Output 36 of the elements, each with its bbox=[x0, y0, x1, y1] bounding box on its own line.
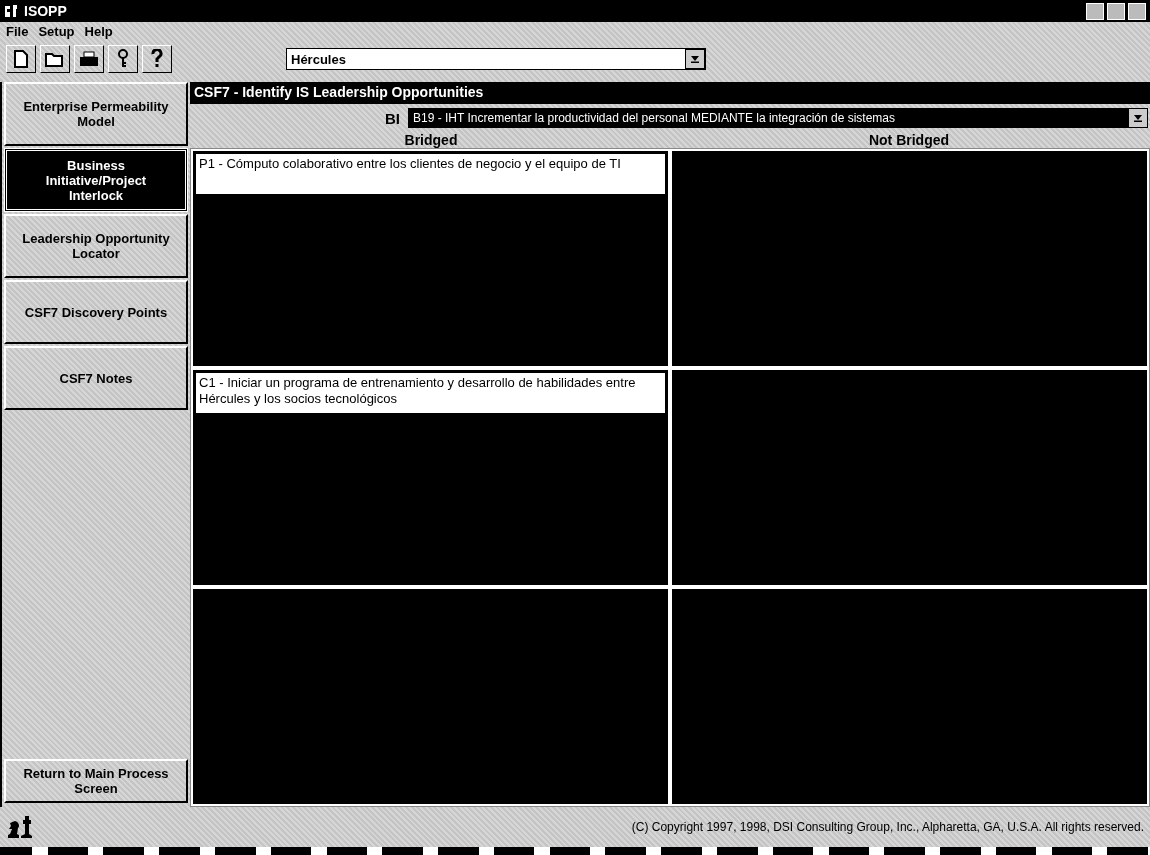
column-header: Not Bridged bbox=[867, 132, 951, 148]
bi-dropdown[interactable]: B19 - IHT Incrementar la productividad del personal MEDIANTE la integración de sistemas bbox=[408, 108, 1148, 128]
menu-item[interactable]: Help bbox=[84, 24, 113, 40]
dropdown-arrow-icon bbox=[690, 55, 700, 63]
sidebar-button[interactable]: Leadership Opportunity Locator bbox=[4, 214, 188, 278]
bridged-item[interactable]: C1 - Iniciar un programa de entrenamiento y desarrollo de habilidades entre Hércules y los socios tecnológicos bbox=[195, 372, 666, 414]
bi-label: BI bbox=[385, 109, 400, 127]
sidebar-button[interactable]: CSF7 Notes bbox=[4, 346, 188, 410]
sidebar-button[interactable]: CSF7 Discovery Points bbox=[4, 280, 188, 344]
toolbar-button[interactable] bbox=[142, 45, 172, 73]
maximize-button[interactable] bbox=[1107, 2, 1125, 20]
key-icon bbox=[117, 49, 129, 69]
company-dropdown[interactable]: Hércules bbox=[286, 48, 706, 70]
toolbar-button[interactable] bbox=[40, 45, 70, 73]
app-icon bbox=[4, 4, 20, 18]
column-header: Bridged bbox=[403, 132, 459, 148]
sidebar-button[interactable]: Business Initiative/Project Interlock bbox=[4, 148, 188, 212]
toolbar-button[interactable] bbox=[74, 45, 104, 73]
dropdown-arrow-icon bbox=[1133, 114, 1143, 122]
minimize-button[interactable] bbox=[1086, 2, 1104, 20]
bridged-item[interactable]: P1 - Cómputo colaborativo entre los clientes de negocio y el equipo de TI bbox=[195, 153, 666, 195]
menu-item[interactable]: File bbox=[6, 24, 29, 40]
close-button[interactable] bbox=[1128, 2, 1146, 20]
return-button[interactable]: Return to Main Process Screen bbox=[4, 759, 188, 803]
chess-pieces-icon bbox=[6, 814, 34, 840]
sidebar-button[interactable]: Enterprise Permeability Model bbox=[4, 82, 188, 146]
copyright-text: (C) Copyright 1997, 1998, DSI Consulting Group, Inc., Alpharetta, GA, U.S.A. All rights reserved. bbox=[631, 820, 1144, 834]
printer-icon bbox=[79, 51, 99, 67]
help-icon bbox=[151, 49, 163, 69]
section-header: CSF7 - Identify IS Leadership Opportunities bbox=[190, 82, 1150, 104]
toolbar-button[interactable] bbox=[108, 45, 138, 73]
menu-item[interactable]: Setup bbox=[38, 24, 75, 40]
toolbar-button[interactable] bbox=[6, 45, 36, 73]
window-title: ISOPP bbox=[24, 3, 67, 19]
new-document-icon bbox=[14, 50, 28, 68]
folder-icon bbox=[45, 51, 65, 67]
